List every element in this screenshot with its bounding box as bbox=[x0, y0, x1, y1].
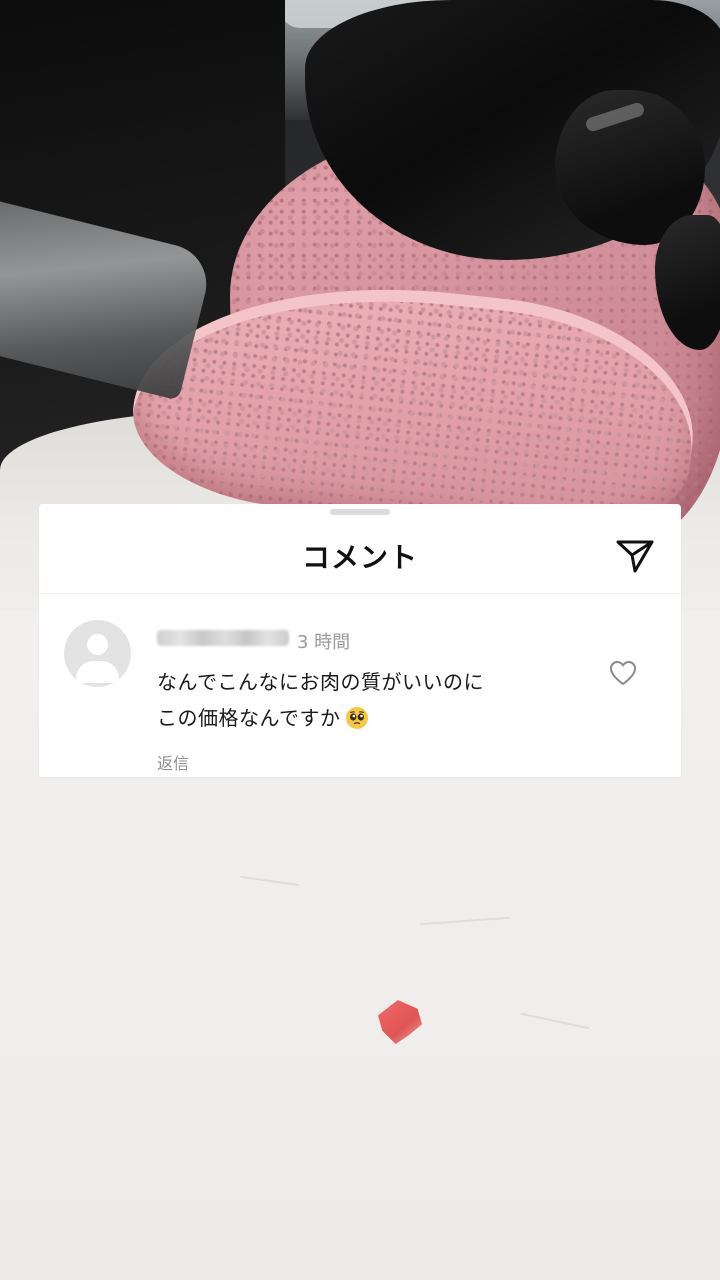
redacted-username[interactable] bbox=[157, 630, 289, 646]
comments-sheet: コメント 3 時間 なんでこんなにお肉の質がいいのに この価格なんですか 返信 bbox=[39, 504, 681, 777]
sheet-drag-handle[interactable] bbox=[330, 509, 390, 515]
comment-text-line-2-text: この価格なんですか bbox=[157, 706, 341, 730]
avatar-body bbox=[76, 661, 119, 683]
avatar-icon[interactable] bbox=[64, 620, 131, 687]
send-icon[interactable] bbox=[615, 536, 655, 576]
pleading-face-emoji-icon bbox=[345, 707, 368, 729]
reply-button[interactable]: 返信 bbox=[157, 750, 189, 774]
comment-item: 3 時間 なんでこんなにお肉の質がいいのに この価格なんですか 返信 bbox=[39, 596, 681, 777]
comment-timestamp: 3 時間 bbox=[297, 632, 351, 653]
comment-body: なんでこんなにお肉の質がいいのに この価格なんですか bbox=[157, 664, 577, 736]
heart-outline-icon[interactable] bbox=[608, 658, 638, 688]
comment-text-line-2: この価格なんですか bbox=[157, 700, 577, 736]
comment-text-line-1: なんでこんなにお肉の質がいいのに bbox=[157, 670, 484, 694]
comments-title: コメント bbox=[301, 541, 418, 574]
avatar-head bbox=[87, 634, 108, 655]
comments-header: コメント bbox=[39, 516, 681, 594]
